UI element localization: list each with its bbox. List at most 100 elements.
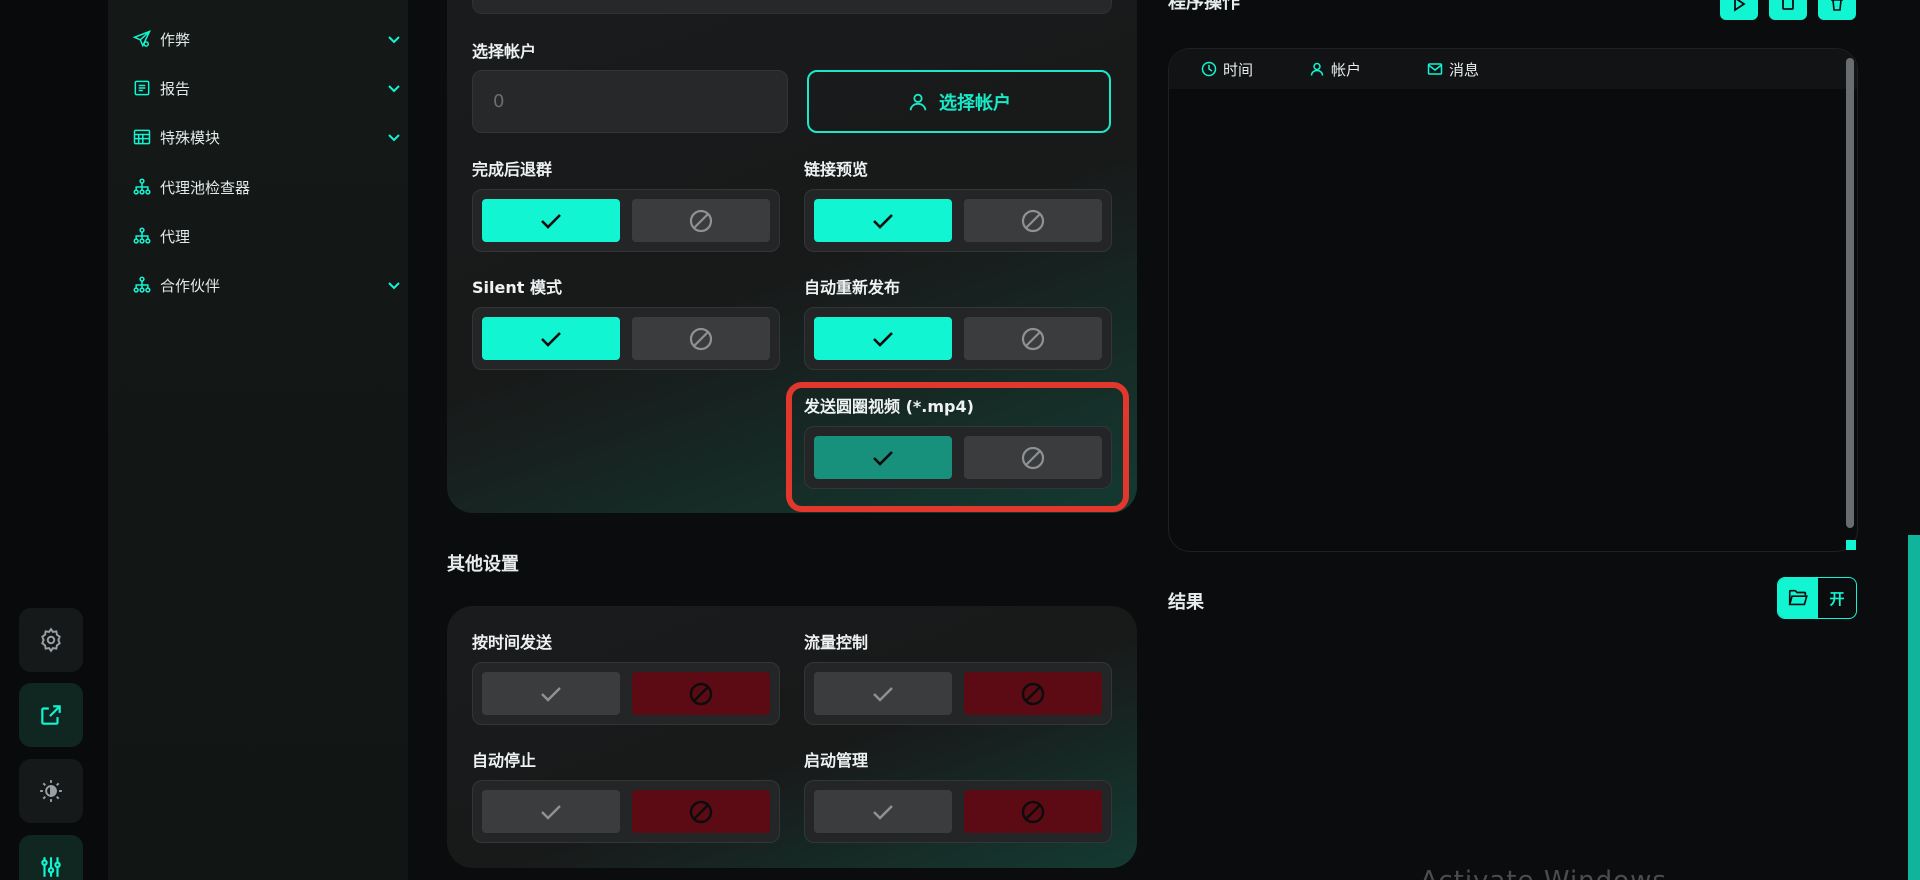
log-column-message[interactable]: 消息 — [1427, 49, 1479, 89]
log-column-time[interactable]: 时间 — [1201, 49, 1253, 89]
traffic-control-label: 流量控制 — [804, 633, 869, 652]
theme-rail-button[interactable] — [19, 759, 83, 823]
auto-stop-enable[interactable] — [482, 790, 620, 833]
launch-management-enable[interactable] — [814, 790, 952, 833]
auto-repost-toggle — [804, 307, 1112, 370]
link-preview-toggle — [804, 189, 1112, 252]
sidebar-item-label: 特殊模块 — [160, 128, 221, 147]
check-icon — [541, 331, 561, 347]
silent-mode-toggle — [472, 307, 780, 370]
auto-stop-label: 自动停止 — [472, 751, 537, 770]
ban-icon — [1021, 209, 1045, 232]
link-preview-label: 链接预览 — [804, 160, 869, 179]
stop-icon — [1782, 0, 1794, 10]
log-column-label: 帐户 — [1331, 60, 1362, 79]
user-icon — [909, 93, 927, 110]
account-count-input[interactable]: 0 — [472, 70, 788, 133]
traffic-control-enable[interactable] — [814, 672, 952, 715]
check-icon — [873, 331, 893, 347]
gear-icon — [41, 627, 61, 653]
check-icon — [541, 804, 561, 820]
chevron-down-icon — [388, 134, 400, 142]
play-icon — [1734, 0, 1746, 12]
send-by-time-enable[interactable] — [482, 672, 620, 715]
network-icon — [133, 178, 151, 195]
send-by-time-disable[interactable] — [632, 672, 770, 715]
send-by-time-toggle — [472, 662, 780, 725]
ban-icon — [689, 682, 713, 705]
select-account-button[interactable]: 选择帐户 — [807, 70, 1111, 133]
chevron-down-icon — [388, 282, 400, 290]
ban-icon — [689, 209, 713, 232]
account-label: 选择帐户 — [472, 42, 537, 61]
external-link-rail-button[interactable] — [19, 683, 83, 747]
leave-group-enable[interactable] — [482, 199, 620, 242]
traffic-control-disable[interactable] — [964, 672, 1102, 715]
clear-log-button[interactable] — [1818, 0, 1856, 20]
clock-icon — [1201, 61, 1217, 77]
check-icon — [541, 213, 561, 229]
silent-mode-disable[interactable] — [632, 317, 770, 360]
link-preview-disable[interactable] — [964, 199, 1102, 242]
highlight-annotation — [786, 382, 1129, 512]
ban-icon — [1021, 327, 1045, 350]
launch-management-disable[interactable] — [964, 790, 1102, 833]
sidebar-item-special-module[interactable]: 特殊模块 — [132, 122, 402, 152]
resize-handle[interactable] — [1846, 540, 1856, 550]
leave-group-disable[interactable] — [632, 199, 770, 242]
sidebar-item-report[interactable]: 报告 — [132, 73, 402, 103]
sidebar-item-label: 报告 — [160, 79, 191, 98]
sidebar-item-label: 作弊 — [160, 30, 191, 49]
sidebar-item-label: 代理 — [160, 227, 191, 246]
auto-repost-disable[interactable] — [964, 317, 1102, 360]
edge-scroll-accent — [1908, 535, 1920, 880]
auto-stop-toggle — [472, 780, 780, 843]
launch-management-toggle — [804, 780, 1112, 843]
leave-group-toggle — [472, 189, 780, 252]
network-icon — [133, 227, 151, 244]
check-icon — [541, 686, 561, 702]
start-button[interactable] — [1720, 0, 1758, 20]
sidebar-item-cheat[interactable]: 作弊 — [132, 24, 402, 54]
previous-field[interactable] — [472, 0, 1112, 14]
sidebar-item-label: 代理池检查器 — [160, 178, 251, 197]
open-label: 开 — [1829, 589, 1845, 608]
sliders-rail-button[interactable] — [19, 835, 83, 880]
log-panel[interactable]: 时间 帐户 消息 — [1168, 48, 1858, 552]
chevron-down-icon — [388, 85, 400, 93]
chevron-down-icon — [388, 36, 400, 44]
sidebar-item-proxy-pool-checker[interactable]: 代理池检查器 — [132, 172, 402, 202]
ban-icon — [1021, 800, 1045, 823]
stop-button[interactable] — [1769, 0, 1807, 20]
auto-repost-enable[interactable] — [814, 317, 952, 360]
external-link-icon — [41, 705, 61, 725]
settings-rail-button[interactable] — [19, 608, 83, 672]
other-settings-title: 其他设置 — [447, 554, 519, 575]
module-icon — [133, 129, 151, 145]
open-folder-button[interactable] — [1778, 578, 1818, 618]
theme-icon — [40, 780, 62, 802]
log-column-label: 时间 — [1223, 60, 1254, 79]
log-column-account[interactable]: 帐户 — [1309, 49, 1361, 89]
icon-rail — [0, 0, 108, 880]
open-results-button[interactable]: 开 — [1777, 577, 1857, 619]
check-icon — [873, 213, 893, 229]
results-title: 结果 — [1168, 592, 1204, 613]
folder-open-icon — [1788, 589, 1808, 606]
log-scrollbar[interactable] — [1846, 58, 1854, 528]
mail-icon — [1427, 63, 1443, 75]
sliders-icon — [41, 857, 61, 877]
trash-icon — [1831, 0, 1843, 11]
sidebar-item-partners[interactable]: 合作伙伴 — [132, 270, 402, 300]
sidebar-item-proxy[interactable]: 代理 — [132, 221, 402, 251]
link-preview-enable[interactable] — [814, 199, 952, 242]
send-by-time-label: 按时间发送 — [472, 633, 553, 652]
check-icon — [873, 804, 893, 820]
traffic-control-toggle — [804, 662, 1112, 725]
log-header: 时间 帐户 消息 — [1169, 49, 1857, 89]
auto-stop-disable[interactable] — [632, 790, 770, 833]
network-icon — [133, 276, 151, 293]
windows-watermark: Activate Windows — [1420, 866, 1667, 880]
silent-mode-enable[interactable] — [482, 317, 620, 360]
program-operations-title: 程序操作 — [1168, 0, 1240, 13]
